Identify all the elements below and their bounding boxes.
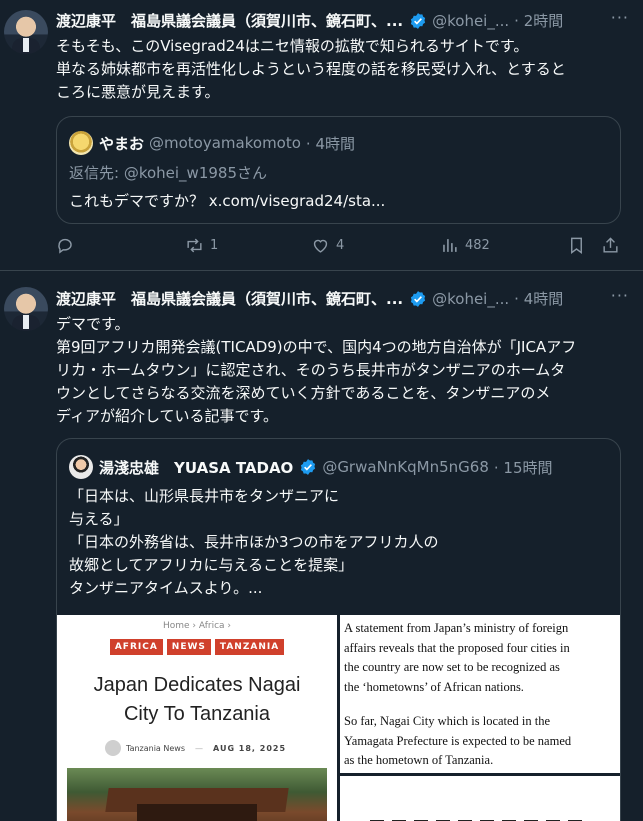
article-source: Tanzania News bbox=[126, 743, 185, 753]
article-paragraph: A statement from Japan’s ministry of for… bbox=[344, 619, 620, 697]
article-line: affairs reveals that the proposed four c… bbox=[344, 640, 570, 655]
verified-badge-icon bbox=[410, 290, 426, 307]
author-name[interactable]: 渡辺康平 福島県議会議員（須賀川市、鏡石町、... bbox=[56, 288, 403, 309]
repost-count: 1 bbox=[210, 238, 219, 253]
more-options-icon[interactable]: ··· bbox=[611, 8, 629, 27]
article-line: Yamagata Prefecture is expected to be na… bbox=[344, 733, 572, 748]
share-icon bbox=[603, 237, 618, 253]
article-date: AUG 18, 2025 bbox=[213, 743, 287, 753]
quoted-post-text: これもデマですか？ x.com/visegrad24/sta... bbox=[69, 192, 386, 210]
post-text-line: リカ・ホームタウン」に認定され、そのうち長井市がタンザニアのホームタ bbox=[56, 361, 566, 379]
article-photo bbox=[67, 768, 327, 821]
article-line: the ‘hometowns’ of African nations. bbox=[344, 679, 524, 694]
quoted-post[interactable]: やまお @motoyamakomoto · 4時間 返信先: @kohei_w1… bbox=[56, 116, 621, 224]
views-chart-icon bbox=[443, 239, 457, 252]
repost-icon bbox=[187, 238, 202, 253]
post-text-line: ころに悪意が見えます。 bbox=[56, 83, 220, 101]
post-text-line: 単なる姉妹都市を再活性化しようという程度の話を移民受け入れ、とすると bbox=[56, 60, 566, 78]
post-text-line: デマです。 bbox=[56, 315, 130, 333]
article-headline-line: City To Tanzania bbox=[123, 703, 270, 725]
post-text: そもそも、このVisegrad24はニセ情報の拡散で知られるサイトです。 単なる… bbox=[56, 35, 628, 104]
like-count: 4 bbox=[336, 238, 345, 253]
quoted-author-avatar bbox=[69, 131, 93, 155]
post-text-line: そもそも、このVisegrad24はニセ情報の拡散で知られるサイトです。 bbox=[56, 37, 529, 55]
quoted-post-time: · 15時間 bbox=[493, 458, 553, 477]
author-name[interactable]: 渡辺康平 福島県議会議員（須賀川市、鏡石町、... bbox=[56, 10, 403, 31]
author-avatar[interactable] bbox=[4, 287, 48, 331]
quoted-image-bottom-right[interactable] bbox=[340, 776, 620, 821]
reply-button[interactable] bbox=[56, 236, 81, 255]
quoted-text-line: 「日本は、山形県長井市をタンザニアに bbox=[69, 487, 340, 505]
heart-icon bbox=[313, 239, 328, 253]
quoted-author-avatar bbox=[69, 455, 93, 479]
post-header: 渡辺康平 福島県議会議員（須賀川市、鏡石町、... @kohei_... · 2… bbox=[56, 10, 563, 31]
article-breadcrumb: Home › Africa › bbox=[162, 621, 232, 631]
post-text-line: 第9回アフリカ開発会議(TICAD9)の中で、国内4つの地方自治体が「JICAア… bbox=[56, 338, 577, 356]
quoted-post-text: 「日本は、山形県長井市をタンザニアに 与える」 「日本の外務省は、長井市ほか3つ… bbox=[69, 485, 439, 600]
quoted-image-article-text[interactable]: A statement from Japan’s ministry of for… bbox=[340, 615, 620, 773]
post-time[interactable]: · 2時間 bbox=[514, 10, 563, 31]
post-text-line: ウンとしてさらなる交流を深めていく方針であることを、タンザニアのメ bbox=[56, 384, 551, 402]
quoted-author-name: 湯淺忠雄 YUASA TADAO bbox=[99, 458, 294, 477]
post-text-line: ディアが紹介している記事です。 bbox=[56, 407, 279, 425]
quoted-text-line: 故郷としてアフリカに与えることを提案」 bbox=[69, 556, 354, 574]
article-line: So far, Nagai City which is located in t… bbox=[344, 714, 551, 728]
verified-badge-icon bbox=[410, 12, 426, 29]
quoted-author-handle: @motoyamakomoto bbox=[149, 134, 301, 152]
quoted-post[interactable]: 湯淺忠雄 YUASA TADAO @GrwaNnKqMn5nG68 · 15時間… bbox=[56, 438, 621, 821]
bookmark-button[interactable] bbox=[567, 236, 592, 255]
quoted-post-header: 湯淺忠雄 YUASA TADAO @GrwaNnKqMn5nG68 · 15時間 bbox=[69, 455, 552, 479]
article-headline: Japan Dedicates Nagai City To Tanzania bbox=[57, 671, 337, 729]
quoted-text-line: 与える」 bbox=[69, 510, 129, 528]
author-handle[interactable]: @kohei_... bbox=[432, 290, 509, 308]
quoted-text-line: タンザニアタイムスより。... bbox=[69, 579, 263, 597]
article-tag: AFRICA bbox=[109, 639, 163, 655]
article-tag: TANZANIA bbox=[214, 639, 285, 655]
post-time[interactable]: · 4時間 bbox=[514, 288, 563, 309]
quoted-image-article-header[interactable]: Home › Africa › AFRICA NEWS TANZANIA Jap… bbox=[57, 615, 337, 821]
byline-avatar-icon bbox=[105, 740, 121, 756]
views-button[interactable]: 482 bbox=[440, 236, 490, 255]
reply-icon bbox=[58, 238, 72, 254]
views-count: 482 bbox=[465, 238, 490, 253]
author-handle[interactable]: @kohei_... bbox=[432, 12, 509, 30]
share-button[interactable] bbox=[601, 236, 626, 255]
quoted-author-handle: @GrwaNnKqMn5nG68 bbox=[322, 458, 489, 476]
like-button[interactable]: 4 bbox=[311, 236, 344, 255]
post-2[interactable]: 渡辺康平 福島県議会議員（須賀川市、鏡石町、... @kohei_... · 4… bbox=[0, 271, 643, 821]
more-options-icon[interactable]: ··· bbox=[611, 286, 629, 305]
author-avatar[interactable] bbox=[4, 10, 48, 54]
post-header: 渡辺康平 福島県議会議員（須賀川市、鏡石町、... @kohei_... · 4… bbox=[56, 288, 563, 309]
quoted-author-name: やまお bbox=[99, 134, 145, 153]
verified-badge-icon bbox=[301, 459, 316, 475]
article-headline-line: Japan Dedicates Nagai bbox=[93, 674, 301, 696]
quoted-reply-to: 返信先: @kohei_w1985さん bbox=[69, 164, 267, 182]
article-line: as the hometown of Tanzania. bbox=[344, 753, 494, 767]
repost-button[interactable]: 1 bbox=[185, 236, 218, 255]
post-text: デマです。 第9回アフリカ開発会議(TICAD9)の中で、国内4つの地方自治体が… bbox=[56, 313, 628, 428]
bookmark-icon bbox=[571, 237, 582, 255]
quoted-post-time: · 4時間 bbox=[305, 134, 356, 153]
article-tag: NEWS bbox=[166, 639, 211, 655]
post-1[interactable]: 渡辺康平 福島県議会議員（須賀川市、鏡石町、... @kohei_... · 2… bbox=[0, 0, 643, 270]
article-paragraph: So far, Nagai City which is located in t… bbox=[344, 712, 620, 771]
quoted-post-header: やまお @motoyamakomoto · 4時間 bbox=[69, 131, 355, 155]
post-actions: 1 4 482 bbox=[56, 236, 626, 260]
article-line: A statement from Japan’s ministry of for… bbox=[344, 621, 569, 635]
byline-separator: — bbox=[195, 743, 203, 753]
article-line: the country are now set to be recognized… bbox=[344, 660, 560, 674]
article-tags: AFRICA NEWS TANZANIA bbox=[57, 639, 337, 655]
article-byline: Tanzania News — AUG 18, 2025 bbox=[105, 740, 286, 756]
quoted-text-line: 「日本の外務省は、長井市ほか3つの市をアフリカ人の bbox=[69, 533, 439, 551]
